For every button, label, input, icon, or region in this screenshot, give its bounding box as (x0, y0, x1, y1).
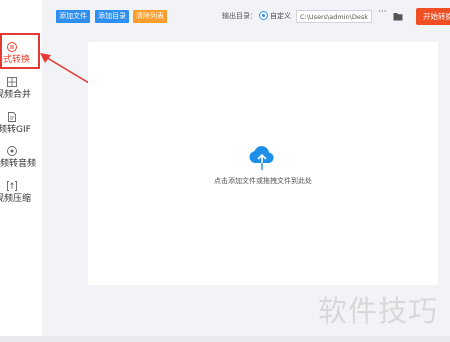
watermark-text: 软件技巧 (318, 294, 439, 328)
video-to-gif-icon (6, 108, 18, 122)
sidebar-item-label: 视频压缩 (0, 194, 32, 204)
clear-list-button[interactable]: 清除列表 (133, 10, 167, 23)
sidebar-item-label: 视频转音频 (0, 159, 37, 169)
output-path-input[interactable] (296, 10, 372, 23)
sidebar: 格式转换 视频合并 视频转GIF 视频转音频 视频压缩 (0, 0, 42, 342)
video-to-audio-icon (6, 142, 18, 156)
sidebar-item-video-to-audio[interactable]: 视频转音频 (0, 142, 42, 172)
video-merge-icon (6, 73, 18, 87)
sidebar-item-label: 格式转换 (0, 55, 31, 65)
custom-radio[interactable] (259, 11, 268, 20)
status-bar (0, 336, 450, 342)
drop-hint-text: 点击添加文件或拖拽文件到此处 (214, 177, 312, 185)
sidebar-item-label: 视频合并 (0, 90, 32, 100)
output-dir-label: 输出目录： (222, 12, 257, 20)
sidebar-item-video-merge[interactable]: 视频合并 (0, 73, 42, 103)
browse-more-button[interactable]: ··· (378, 7, 387, 17)
sidebar-item-format-convert[interactable]: 格式转换 (0, 38, 42, 68)
add-directory-button[interactable]: 添加目录 (95, 10, 129, 23)
sidebar-item-video-to-gif[interactable]: 视频转GIF (0, 108, 42, 138)
add-file-button[interactable]: 添加文件 (56, 10, 90, 23)
sidebar-item-label: 视频转GIF (0, 125, 31, 135)
start-convert-button[interactable]: 开始转换 (416, 8, 450, 25)
open-folder-icon[interactable] (393, 12, 403, 21)
upload-cloud-icon[interactable] (247, 144, 277, 170)
format-convert-icon (6, 38, 18, 52)
custom-radio-label: 自定义 (270, 12, 291, 20)
